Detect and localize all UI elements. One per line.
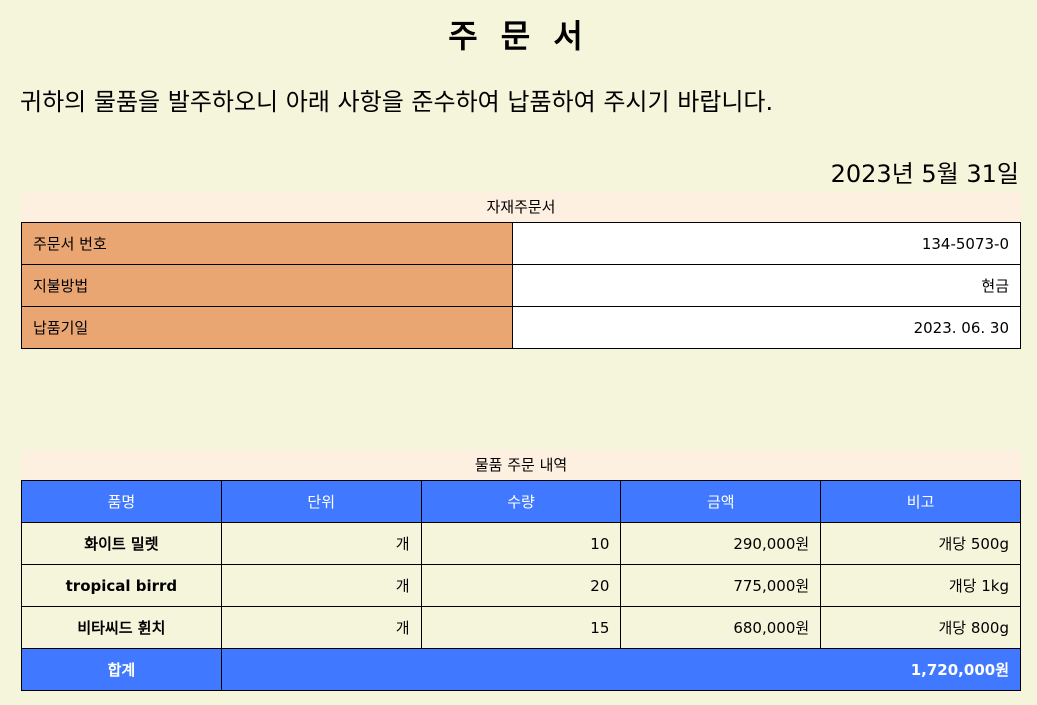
- info-value: 현금: [512, 264, 1021, 307]
- item-unit: 개: [220, 522, 422, 565]
- table-row: 화이트 밀렛 개 10 290,000원 개당 500g: [21, 522, 1021, 565]
- column-header-name: 품명: [21, 480, 222, 523]
- item-unit: 개: [220, 606, 422, 649]
- item-quantity: 10: [420, 522, 622, 565]
- info-table-caption: 자재주문서: [21, 192, 1021, 222]
- column-header-amount: 금액: [620, 480, 822, 523]
- info-row-payment-method: 지불방법 현금: [21, 264, 1021, 307]
- item-amount: 290,000원: [620, 522, 822, 565]
- total-label: 합계: [21, 648, 222, 691]
- item-amount: 775,000원: [620, 564, 822, 607]
- info-label: 주문서 번호: [21, 222, 513, 265]
- column-header-quantity: 수량: [420, 480, 622, 523]
- item-note: 개당 1kg: [820, 564, 1021, 607]
- item-note: 개당 800g: [820, 606, 1021, 649]
- total-value: 1,720,000원: [220, 648, 1022, 691]
- item-name: 화이트 밀렛: [21, 522, 222, 565]
- info-label: 납품기일: [21, 306, 513, 349]
- column-header-note: 비고: [820, 480, 1021, 523]
- order-info-table: 주문서 번호 134-5073-0 지불방법 현금 납품기일 2023. 06.…: [21, 222, 1021, 349]
- items-header-row: 품명 단위 수량 금액 비고: [21, 480, 1021, 523]
- item-note: 개당 500g: [820, 522, 1021, 565]
- total-row: 합계 1,720,000원: [21, 648, 1022, 691]
- intro-text: 귀하의 물품을 발주하오니 아래 사항을 준수하여 납품하여 주시기 바랍니다.: [20, 88, 774, 116]
- column-header-unit: 단위: [220, 480, 422, 523]
- table-row: 비타씨드 휜치 개 15 680,000원 개당 800g: [21, 606, 1021, 649]
- info-row-delivery-date: 납품기일 2023. 06. 30: [21, 306, 1021, 349]
- info-value: 134-5073-0: [512, 222, 1021, 265]
- info-row-order-number: 주문서 번호 134-5073-0: [21, 222, 1021, 265]
- info-label: 지불방법: [21, 264, 513, 307]
- order-items-table: 품명 단위 수량 금액 비고 화이트 밀렛 개 10 290,000원 개당 5…: [21, 480, 1022, 691]
- page-title: 주 문 서: [448, 17, 589, 55]
- item-unit: 개: [220, 564, 422, 607]
- table-row: tropical birrd 개 20 775,000원 개당 1kg: [21, 564, 1021, 607]
- item-name: 비타씨드 휜치: [21, 606, 222, 649]
- item-amount: 680,000원: [620, 606, 822, 649]
- item-quantity: 15: [420, 606, 622, 649]
- info-value: 2023. 06. 30: [512, 306, 1021, 349]
- items-table-caption: 물품 주문 내역: [21, 450, 1021, 480]
- order-date: 2023년 5월 31일: [830, 160, 1019, 188]
- item-quantity: 20: [420, 564, 622, 607]
- item-name: tropical birrd: [21, 564, 222, 607]
